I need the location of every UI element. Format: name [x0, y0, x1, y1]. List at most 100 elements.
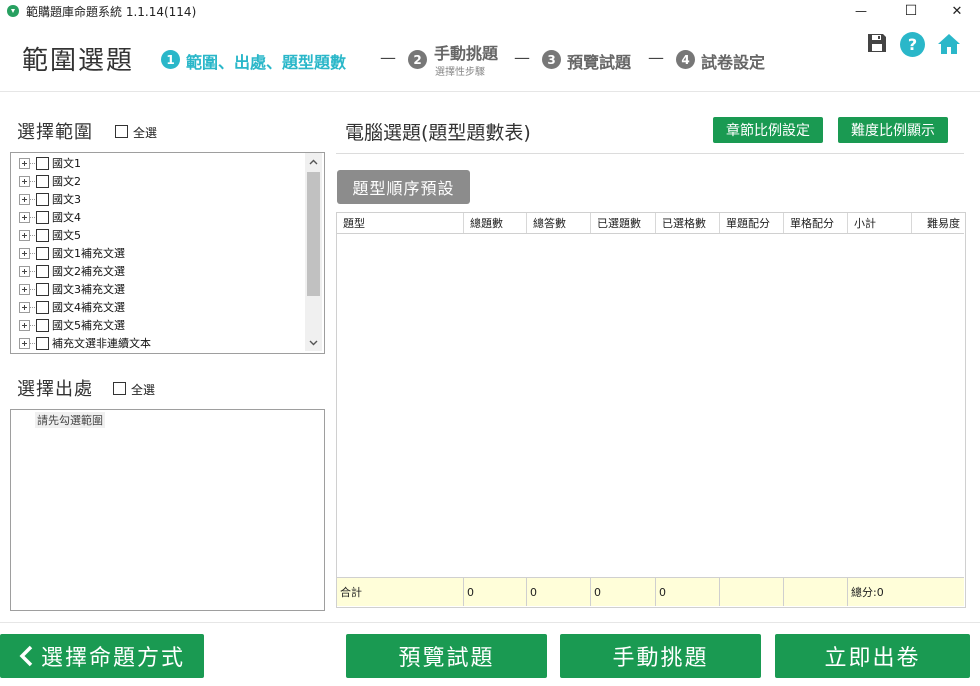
expand-icon[interactable] — [19, 283, 30, 295]
column-header[interactable]: 題型 — [337, 213, 464, 233]
minimize-icon: — — [855, 4, 867, 18]
expand-icon[interactable] — [19, 265, 30, 277]
column-header[interactable]: 難易度 — [912, 213, 964, 233]
range-item-checkbox[interactable] — [36, 246, 49, 260]
range-tree-item[interactable]: 國文1 — [11, 154, 301, 172]
column-header[interactable]: 總題數 — [464, 213, 527, 233]
range-item-checkbox[interactable] — [36, 282, 49, 296]
range-item-label: 國文1 — [52, 157, 81, 170]
range-tree-item[interactable]: 國文4補充文選 — [11, 298, 301, 316]
scroll-up-icon[interactable] — [305, 153, 322, 170]
minimize-button[interactable]: — — [838, 0, 884, 22]
range-item-checkbox[interactable] — [36, 156, 49, 170]
expand-icon[interactable] — [19, 229, 30, 241]
expand-icon[interactable] — [19, 301, 30, 313]
step-3-label[interactable]: 預覽試題 — [567, 49, 631, 73]
step-2-number: 2 — [408, 50, 427, 69]
range-item-checkbox[interactable] — [36, 174, 49, 188]
scrollbar-thumb[interactable] — [307, 172, 320, 296]
range-tree-item[interactable]: 國文1補充文選 — [11, 244, 301, 262]
source-placeholder: 請先勾選範圍 — [35, 412, 105, 428]
range-item-checkbox[interactable] — [36, 264, 49, 278]
close-button[interactable]: ✕ — [934, 0, 980, 22]
range-tree-item[interactable]: 國文3補充文選 — [11, 280, 301, 298]
range-tree-item[interactable]: 國文2 — [11, 172, 301, 190]
range-tree-item[interactable]: 國文4 — [11, 208, 301, 226]
generate-exam-button[interactable]: 立即出卷 — [775, 634, 970, 678]
range-item-checkbox[interactable] — [36, 336, 49, 350]
tree-connector — [30, 162, 35, 164]
tree-connector — [30, 180, 35, 182]
range-item-checkbox[interactable] — [36, 228, 49, 242]
tree-connector — [30, 342, 35, 344]
header-divider — [0, 91, 980, 92]
source-list[interactable] — [10, 409, 325, 611]
range-item-checkbox[interactable] — [36, 192, 49, 206]
expand-icon[interactable] — [19, 175, 30, 187]
footer-divider — [0, 622, 980, 623]
source-select-all-label[interactable]: 全選 — [131, 381, 155, 398]
step-1-label[interactable]: 範圍、出處、題型題數 — [186, 49, 346, 73]
column-header[interactable]: 總答數 — [527, 213, 591, 233]
expand-icon[interactable] — [19, 247, 30, 259]
step-4-label[interactable]: 試卷設定 — [701, 49, 765, 73]
help-icon[interactable]: ? — [900, 32, 925, 57]
expand-icon[interactable] — [19, 337, 30, 349]
table-total-row: 合計 0 0 0 0 總分:0 — [337, 577, 964, 606]
range-item-label: 國文4 — [52, 211, 81, 224]
chapter-ratio-button[interactable]: 章節比例設定 — [713, 117, 823, 143]
difficulty-ratio-button[interactable]: 難度比例顯示 — [838, 117, 948, 143]
tree-connector — [30, 234, 35, 236]
range-tree-item[interactable]: 補充文選非連續文本 — [11, 334, 301, 352]
range-tree-item[interactable]: 國文2補充文選 — [11, 262, 301, 280]
table-header-row: 題型 總題數 總答數 已選題數 已選格數 單題配分 單格配分 小計 難易度 — [337, 213, 964, 234]
total-label: 合計 — [337, 578, 464, 606]
total-cell: 0 — [527, 578, 591, 606]
range-tree-item[interactable]: 國文5 — [11, 226, 301, 244]
range-item-label: 國文2補充文選 — [52, 265, 125, 278]
source-select-all-checkbox[interactable] — [113, 382, 126, 395]
maximize-button[interactable]: ☐ — [888, 0, 934, 22]
source-section-title: 選擇出處 — [17, 379, 93, 400]
range-tree[interactable]: 國文1 國文2 國文3 國文4 國文5 國文1補充文選國文2補充文選國文3補充文選國文4補… — [10, 152, 325, 354]
column-header[interactable]: 已選格數 — [656, 213, 720, 233]
column-header[interactable]: 單題配分 — [720, 213, 784, 233]
panel-divider — [336, 153, 964, 154]
range-item-checkbox[interactable] — [36, 210, 49, 224]
range-tree-item[interactable]: 國文5補充文選 — [11, 316, 301, 334]
range-item-label: 國文4補充文選 — [52, 301, 125, 314]
range-section-title: 選擇範圍 — [17, 122, 93, 143]
expand-icon[interactable] — [19, 211, 30, 223]
app-logo-icon — [6, 3, 20, 17]
order-preset-button[interactable]: 題型順序預設 — [337, 170, 470, 204]
expand-icon[interactable] — [19, 319, 30, 331]
total-score: 總分:0 — [851, 586, 884, 599]
step-3-number: 3 — [542, 50, 561, 69]
column-header[interactable]: 小計 — [848, 213, 912, 233]
range-item-checkbox[interactable] — [36, 300, 49, 314]
back-button[interactable]: 選擇命題方式 — [0, 634, 204, 678]
expand-icon[interactable] — [19, 193, 30, 205]
step-separator: — — [648, 48, 664, 67]
column-header[interactable]: 已選題數 — [591, 213, 656, 233]
column-header[interactable]: 單格配分 — [784, 213, 848, 233]
save-icon[interactable] — [866, 32, 888, 54]
tree-connector — [30, 216, 35, 218]
manual-select-button[interactable]: 手動挑題 — [560, 634, 761, 678]
range-select-all-checkbox[interactable] — [115, 125, 128, 138]
scroll-down-icon[interactable] — [305, 334, 322, 351]
page-title: 範圍選題 — [22, 46, 135, 76]
panel-title: 電腦選題(題型題數表) — [345, 122, 531, 144]
range-item-label: 補充文選非連續文本 — [52, 337, 151, 350]
preview-button[interactable]: 預覽試題 — [346, 634, 547, 678]
range-tree-item[interactable]: 國文3 — [11, 190, 301, 208]
expand-icon[interactable] — [19, 157, 30, 169]
window-title: 範購題庫命題系統 1.1.14(114) — [26, 5, 197, 19]
step-2-label[interactable]: 手動挑題 — [434, 40, 498, 64]
home-icon[interactable] — [937, 32, 961, 56]
range-select-all-label[interactable]: 全選 — [133, 124, 157, 141]
range-item-label: 國文5 — [52, 229, 81, 242]
range-item-checkbox[interactable] — [36, 318, 49, 332]
step-1-number: 1 — [161, 50, 180, 69]
total-cell: 0 — [656, 578, 720, 606]
